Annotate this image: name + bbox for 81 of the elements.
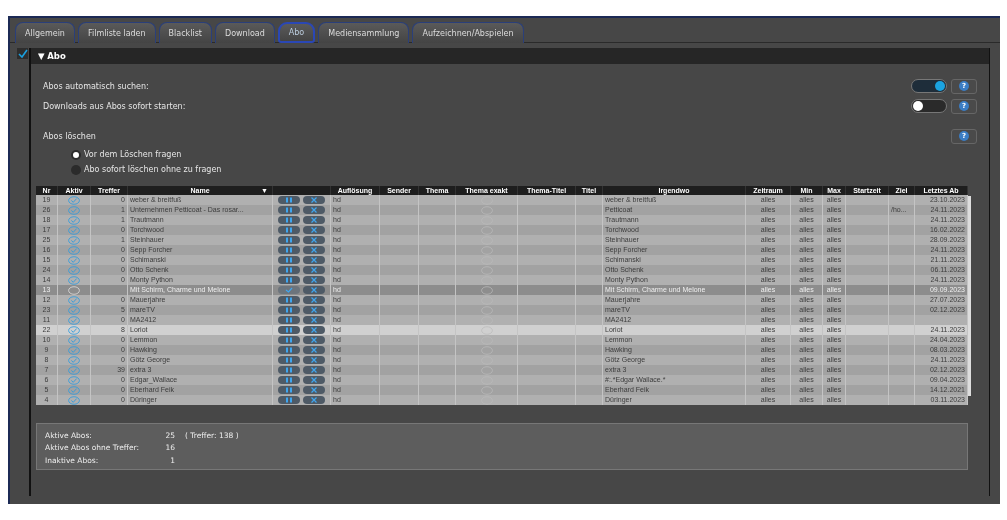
scrollbar[interactable] — [968, 196, 971, 396]
checked-circle-icon[interactable] — [67, 235, 81, 245]
section-label: Abos löschen — [43, 131, 96, 141]
checked-circle-icon[interactable] — [67, 265, 81, 275]
checked-circle-icon[interactable] — [67, 275, 81, 285]
radio-button[interactable] — [71, 149, 81, 160]
delete-icon[interactable] — [303, 366, 325, 374]
checked-circle-icon[interactable] — [67, 315, 81, 325]
delete-icon[interactable] — [303, 216, 325, 224]
checked-circle-icon[interactable] — [67, 365, 81, 375]
delete-icon[interactable] — [303, 316, 325, 324]
delete-icon[interactable] — [303, 206, 325, 214]
checked-circle-icon[interactable] — [67, 255, 81, 265]
checked-circle-icon[interactable] — [67, 205, 81, 215]
delete-icon[interactable] — [303, 396, 325, 404]
checked-circle-icon[interactable] — [67, 325, 81, 335]
pause-icon[interactable] — [278, 236, 300, 244]
pause-icon[interactable] — [278, 276, 300, 284]
tab[interactable]: Mediensammlung — [318, 22, 410, 43]
pause-icon[interactable] — [278, 386, 300, 394]
delete-icon[interactable] — [303, 226, 325, 234]
delete-icon[interactable] — [303, 236, 325, 244]
delete-icon[interactable] — [303, 386, 325, 394]
delete-icon[interactable] — [303, 296, 325, 304]
tab[interactable]: Allgemein — [15, 22, 75, 43]
delete-icon[interactable] — [303, 356, 325, 364]
pause-icon[interactable] — [278, 196, 300, 204]
tab[interactable]: Blacklist — [158, 22, 212, 43]
toggle-switch[interactable] — [911, 99, 947, 113]
delete-icon[interactable] — [303, 276, 325, 284]
delete-icon[interactable] — [303, 246, 325, 254]
pause-icon[interactable] — [278, 396, 300, 404]
delete-icon[interactable] — [303, 256, 325, 264]
setting-label: Downloads aus Abos sofort starten: — [43, 101, 186, 111]
toggle-switch[interactable] — [911, 79, 947, 93]
pause-icon[interactable] — [278, 266, 300, 274]
delete-icon[interactable] — [303, 306, 325, 314]
checked-circle-icon[interactable] — [67, 245, 81, 255]
delete-icon[interactable] — [303, 286, 325, 294]
pause-icon[interactable] — [278, 376, 300, 384]
delete-icon[interactable] — [303, 326, 325, 334]
pause-icon[interactable] — [278, 306, 300, 314]
pause-icon[interactable] — [278, 336, 300, 344]
pause-icon[interactable] — [278, 256, 300, 264]
tab[interactable]: Download — [215, 22, 275, 43]
tab[interactable]: Abo — [277, 22, 316, 43]
delete-icon[interactable] — [303, 336, 325, 344]
pause-icon[interactable] — [278, 316, 300, 324]
checked-circle-icon[interactable] — [67, 225, 81, 235]
checked-circle-icon[interactable] — [67, 375, 81, 385]
pause-icon[interactable] — [278, 246, 300, 254]
checked-circle-icon[interactable] — [67, 305, 81, 315]
radio-button[interactable] — [71, 164, 81, 175]
checked-circle-icon[interactable] — [67, 385, 81, 395]
pause-icon[interactable] — [278, 296, 300, 304]
checked-circle-icon[interactable] — [67, 335, 81, 345]
setting-label: Abos automatisch suchen: — [43, 81, 149, 91]
checked-circle-icon[interactable] — [67, 295, 81, 305]
checked-circle-icon[interactable] — [67, 345, 81, 355]
checkbox[interactable] — [17, 48, 28, 59]
checked-circle-icon[interactable] — [67, 355, 81, 365]
check-icon[interactable] — [278, 286, 300, 294]
pause-icon[interactable] — [278, 346, 300, 354]
delete-icon[interactable] — [303, 196, 325, 204]
pause-icon[interactable] — [278, 326, 300, 334]
checked-circle-icon[interactable] — [67, 395, 81, 405]
pause-icon[interactable] — [278, 366, 300, 374]
delete-icon[interactable] — [303, 266, 325, 274]
section-header[interactable]: ▼ Abo — [31, 48, 989, 64]
delete-icon[interactable] — [303, 376, 325, 384]
delete-icon[interactable] — [303, 346, 325, 354]
checked-circle-icon[interactable] — [67, 215, 81, 225]
radio-label: Abo sofort löschen ohne zu fragen — [84, 165, 222, 174]
pause-icon[interactable] — [278, 206, 300, 214]
checked-circle-icon[interactable] — [67, 195, 81, 205]
pause-icon[interactable] — [278, 356, 300, 364]
radio-label: Vor dem Löschen fragen — [84, 150, 182, 159]
pause-icon[interactable] — [278, 216, 300, 224]
pause-icon[interactable] — [278, 226, 300, 234]
tab[interactable]: Aufzeichnen/Abspielen — [412, 22, 524, 43]
tab[interactable]: Filmliste laden — [77, 22, 156, 43]
